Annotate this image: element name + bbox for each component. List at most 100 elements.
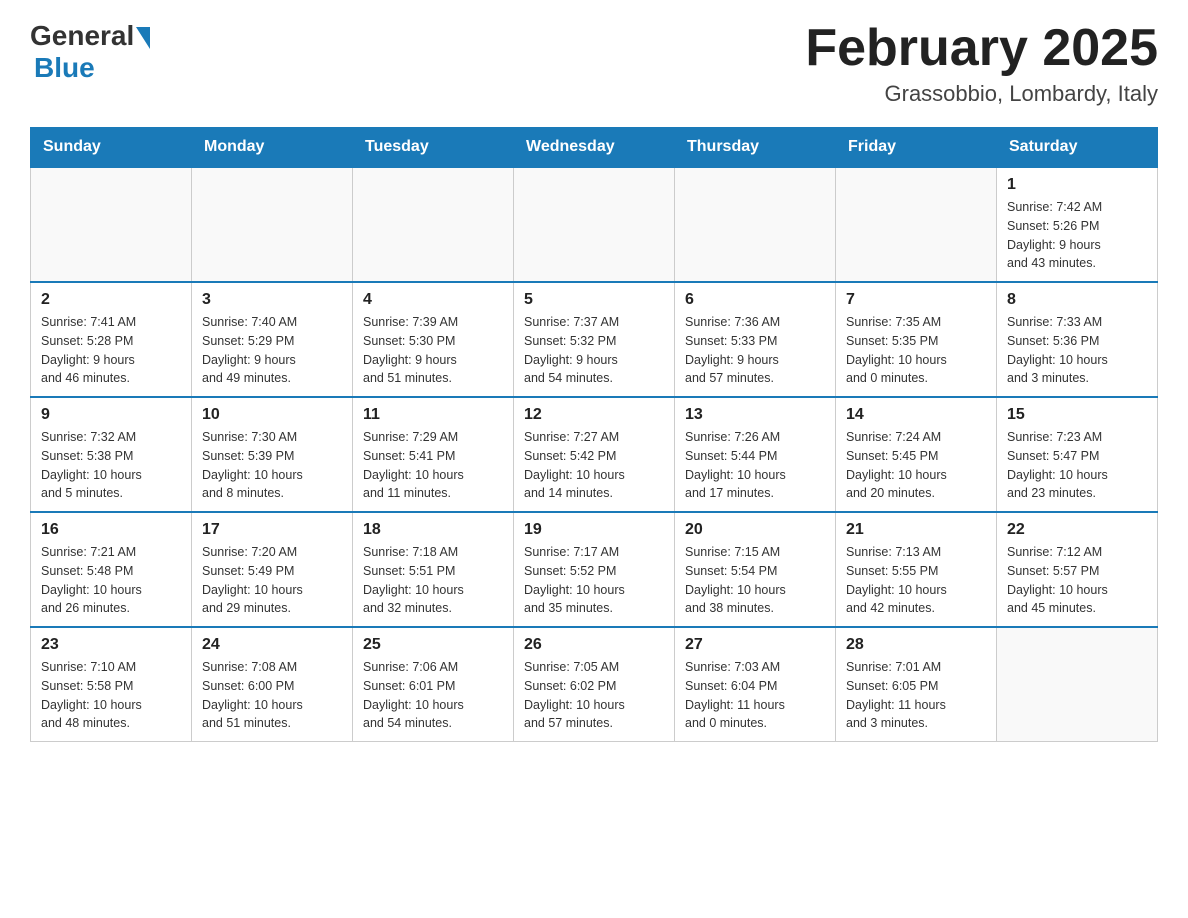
calendar-title: February 2025: [805, 20, 1158, 77]
calendar-cell: [836, 167, 997, 282]
day-info: Sunrise: 7:12 AMSunset: 5:57 PMDaylight:…: [1007, 543, 1147, 618]
calendar-table: SundayMondayTuesdayWednesdayThursdayFrid…: [30, 127, 1158, 742]
calendar-week-5: 23 Sunrise: 7:10 AMSunset: 5:58 PMDayligh…: [31, 627, 1158, 742]
day-number: 19: [524, 521, 664, 539]
day-number: 16: [41, 521, 181, 539]
day-info: Sunrise: 7:10 AMSunset: 5:58 PMDaylight:…: [41, 658, 181, 733]
day-info: Sunrise: 7:27 AMSunset: 5:42 PMDaylight:…: [524, 428, 664, 503]
day-number: 12: [524, 406, 664, 424]
day-info: Sunrise: 7:03 AMSunset: 6:04 PMDaylight:…: [685, 658, 825, 733]
calendar-cell: 10 Sunrise: 7:30 AMSunset: 5:39 PMDayligh…: [192, 397, 353, 512]
calendar-cell: 26Sunrise: 7:05 AMSunset: 6:02 PMDayligh…: [514, 627, 675, 742]
day-number: 21: [846, 521, 986, 539]
day-info: Sunrise: 7:35 AMSunset: 5:35 PMDaylight:…: [846, 313, 986, 388]
calendar-cell: [353, 167, 514, 282]
calendar-cell: 6 Sunrise: 7:36 AMSunset: 5:33 PMDaylight…: [675, 282, 836, 397]
day-info: Sunrise: 7:01 AMSunset: 6:05 PMDaylight:…: [846, 658, 986, 733]
day-number: 10: [202, 406, 342, 424]
day-number: 28: [846, 636, 986, 654]
day-info: Sunrise: 7:39 AMSunset: 5:30 PMDaylight:…: [363, 313, 503, 388]
day-number: 1: [1007, 176, 1147, 194]
calendar-cell: 14Sunrise: 7:24 AMSunset: 5:45 PMDayligh…: [836, 397, 997, 512]
day-info: Sunrise: 7:26 AMSunset: 5:44 PMDaylight:…: [685, 428, 825, 503]
weekday-header-tuesday: Tuesday: [353, 128, 514, 168]
day-info: Sunrise: 7:08 AMSunset: 6:00 PMDaylight:…: [202, 658, 342, 733]
day-number: 9: [41, 406, 181, 424]
day-info: Sunrise: 7:33 AMSunset: 5:36 PMDaylight:…: [1007, 313, 1147, 388]
calendar-cell: [997, 627, 1158, 742]
calendar-subtitle: Grassobbio, Lombardy, Italy: [805, 81, 1158, 107]
weekday-header-friday: Friday: [836, 128, 997, 168]
day-number: 13: [685, 406, 825, 424]
calendar-cell: 1Sunrise: 7:42 AMSunset: 5:26 PMDaylight…: [997, 167, 1158, 282]
day-number: 11: [363, 406, 503, 424]
day-info: Sunrise: 7:32 AMSunset: 5:38 PMDaylight:…: [41, 428, 181, 503]
weekday-header-wednesday: Wednesday: [514, 128, 675, 168]
calendar-cell: 24 Sunrise: 7:08 AMSunset: 6:00 PMDayligh…: [192, 627, 353, 742]
calendar-cell: 2 Sunrise: 7:41 AMSunset: 5:28 PMDaylight…: [31, 282, 192, 397]
day-info: Sunrise: 7:36 AMSunset: 5:33 PMDaylight:…: [685, 313, 825, 388]
weekday-header-saturday: Saturday: [997, 128, 1158, 168]
day-number: 26: [524, 636, 664, 654]
day-info: Sunrise: 7:06 AMSunset: 6:01 PMDaylight:…: [363, 658, 503, 733]
logo-general-text: General: [30, 20, 134, 52]
day-number: 4: [363, 291, 503, 309]
day-number: 23: [41, 636, 181, 654]
calendar-week-1: 1Sunrise: 7:42 AMSunset: 5:26 PMDaylight…: [31, 167, 1158, 282]
weekday-header-thursday: Thursday: [675, 128, 836, 168]
calendar-cell: 9 Sunrise: 7:32 AMSunset: 5:38 PMDaylight…: [31, 397, 192, 512]
calendar-cell: 5 Sunrise: 7:37 AMSunset: 5:32 PMDaylight…: [514, 282, 675, 397]
calendar-week-4: 16 Sunrise: 7:21 AMSunset: 5:48 PMDayligh…: [31, 512, 1158, 627]
calendar-cell: 23 Sunrise: 7:10 AMSunset: 5:58 PMDayligh…: [31, 627, 192, 742]
day-number: 2: [41, 291, 181, 309]
calendar-cell: 3Sunrise: 7:40 AMSunset: 5:29 PMDaylight…: [192, 282, 353, 397]
calendar-cell: 8 Sunrise: 7:33 AMSunset: 5:36 PMDaylight…: [997, 282, 1158, 397]
day-info: Sunrise: 7:30 AMSunset: 5:39 PMDaylight:…: [202, 428, 342, 503]
day-number: 24: [202, 636, 342, 654]
weekday-header-sunday: Sunday: [31, 128, 192, 168]
calendar-cell: 18 Sunrise: 7:18 AMSunset: 5:51 PMDayligh…: [353, 512, 514, 627]
day-number: 22: [1007, 521, 1147, 539]
calendar-cell: 7 Sunrise: 7:35 AMSunset: 5:35 PMDaylight…: [836, 282, 997, 397]
calendar-cell: 27 Sunrise: 7:03 AMSunset: 6:04 PMDayligh…: [675, 627, 836, 742]
logo-blue-text: Blue: [34, 52, 95, 84]
day-number: 8: [1007, 291, 1147, 309]
day-info: Sunrise: 7:18 AMSunset: 5:51 PMDaylight:…: [363, 543, 503, 618]
day-info: Sunrise: 7:17 AMSunset: 5:52 PMDaylight:…: [524, 543, 664, 618]
calendar-cell: 22 Sunrise: 7:12 AMSunset: 5:57 PMDayligh…: [997, 512, 1158, 627]
calendar-cell: 25 Sunrise: 7:06 AMSunset: 6:01 PMDayligh…: [353, 627, 514, 742]
calendar-cell: 16 Sunrise: 7:21 AMSunset: 5:48 PMDayligh…: [31, 512, 192, 627]
weekday-header-monday: Monday: [192, 128, 353, 168]
day-number: 6: [685, 291, 825, 309]
day-number: 17: [202, 521, 342, 539]
day-number: 7: [846, 291, 986, 309]
day-info: Sunrise: 7:40 AMSunset: 5:29 PMDaylight:…: [202, 313, 342, 388]
calendar-cell: [514, 167, 675, 282]
page-header: General Blue February 2025 Grassobbio, L…: [30, 20, 1158, 107]
calendar-cell: 17 Sunrise: 7:20 AMSunset: 5:49 PMDayligh…: [192, 512, 353, 627]
day-number: 20: [685, 521, 825, 539]
day-info: Sunrise: 7:41 AMSunset: 5:28 PMDaylight:…: [41, 313, 181, 388]
calendar-week-3: 9 Sunrise: 7:32 AMSunset: 5:38 PMDaylight…: [31, 397, 1158, 512]
calendar-cell: 19 Sunrise: 7:17 AMSunset: 5:52 PMDayligh…: [514, 512, 675, 627]
calendar-cell: 20 Sunrise: 7:15 AMSunset: 5:54 PMDayligh…: [675, 512, 836, 627]
calendar-cell: 4 Sunrise: 7:39 AMSunset: 5:30 PMDaylight…: [353, 282, 514, 397]
day-info: Sunrise: 7:15 AMSunset: 5:54 PMDaylight:…: [685, 543, 825, 618]
day-number: 25: [363, 636, 503, 654]
day-number: 27: [685, 636, 825, 654]
calendar-body: 1Sunrise: 7:42 AMSunset: 5:26 PMDaylight…: [31, 167, 1158, 742]
calendar-cell: [192, 167, 353, 282]
calendar-cell: [675, 167, 836, 282]
day-number: 18: [363, 521, 503, 539]
day-number: 5: [524, 291, 664, 309]
calendar-cell: 12 Sunrise: 7:27 AMSunset: 5:42 PMDayligh…: [514, 397, 675, 512]
logo-triangle-icon: [136, 27, 150, 49]
day-info: Sunrise: 7:37 AMSunset: 5:32 PMDaylight:…: [524, 313, 664, 388]
day-info: Sunrise: 7:20 AMSunset: 5:49 PMDaylight:…: [202, 543, 342, 618]
calendar-header-row: SundayMondayTuesdayWednesdayThursdayFrid…: [31, 128, 1158, 168]
day-info: Sunrise: 7:21 AMSunset: 5:48 PMDaylight:…: [41, 543, 181, 618]
day-info: Sunrise: 7:29 AMSunset: 5:41 PMDaylight:…: [363, 428, 503, 503]
day-info: Sunrise: 7:23 AMSunset: 5:47 PMDaylight:…: [1007, 428, 1147, 503]
calendar-cell: 21Sunrise: 7:13 AMSunset: 5:55 PMDayligh…: [836, 512, 997, 627]
title-section: February 2025 Grassobbio, Lombardy, Ital…: [805, 20, 1158, 107]
